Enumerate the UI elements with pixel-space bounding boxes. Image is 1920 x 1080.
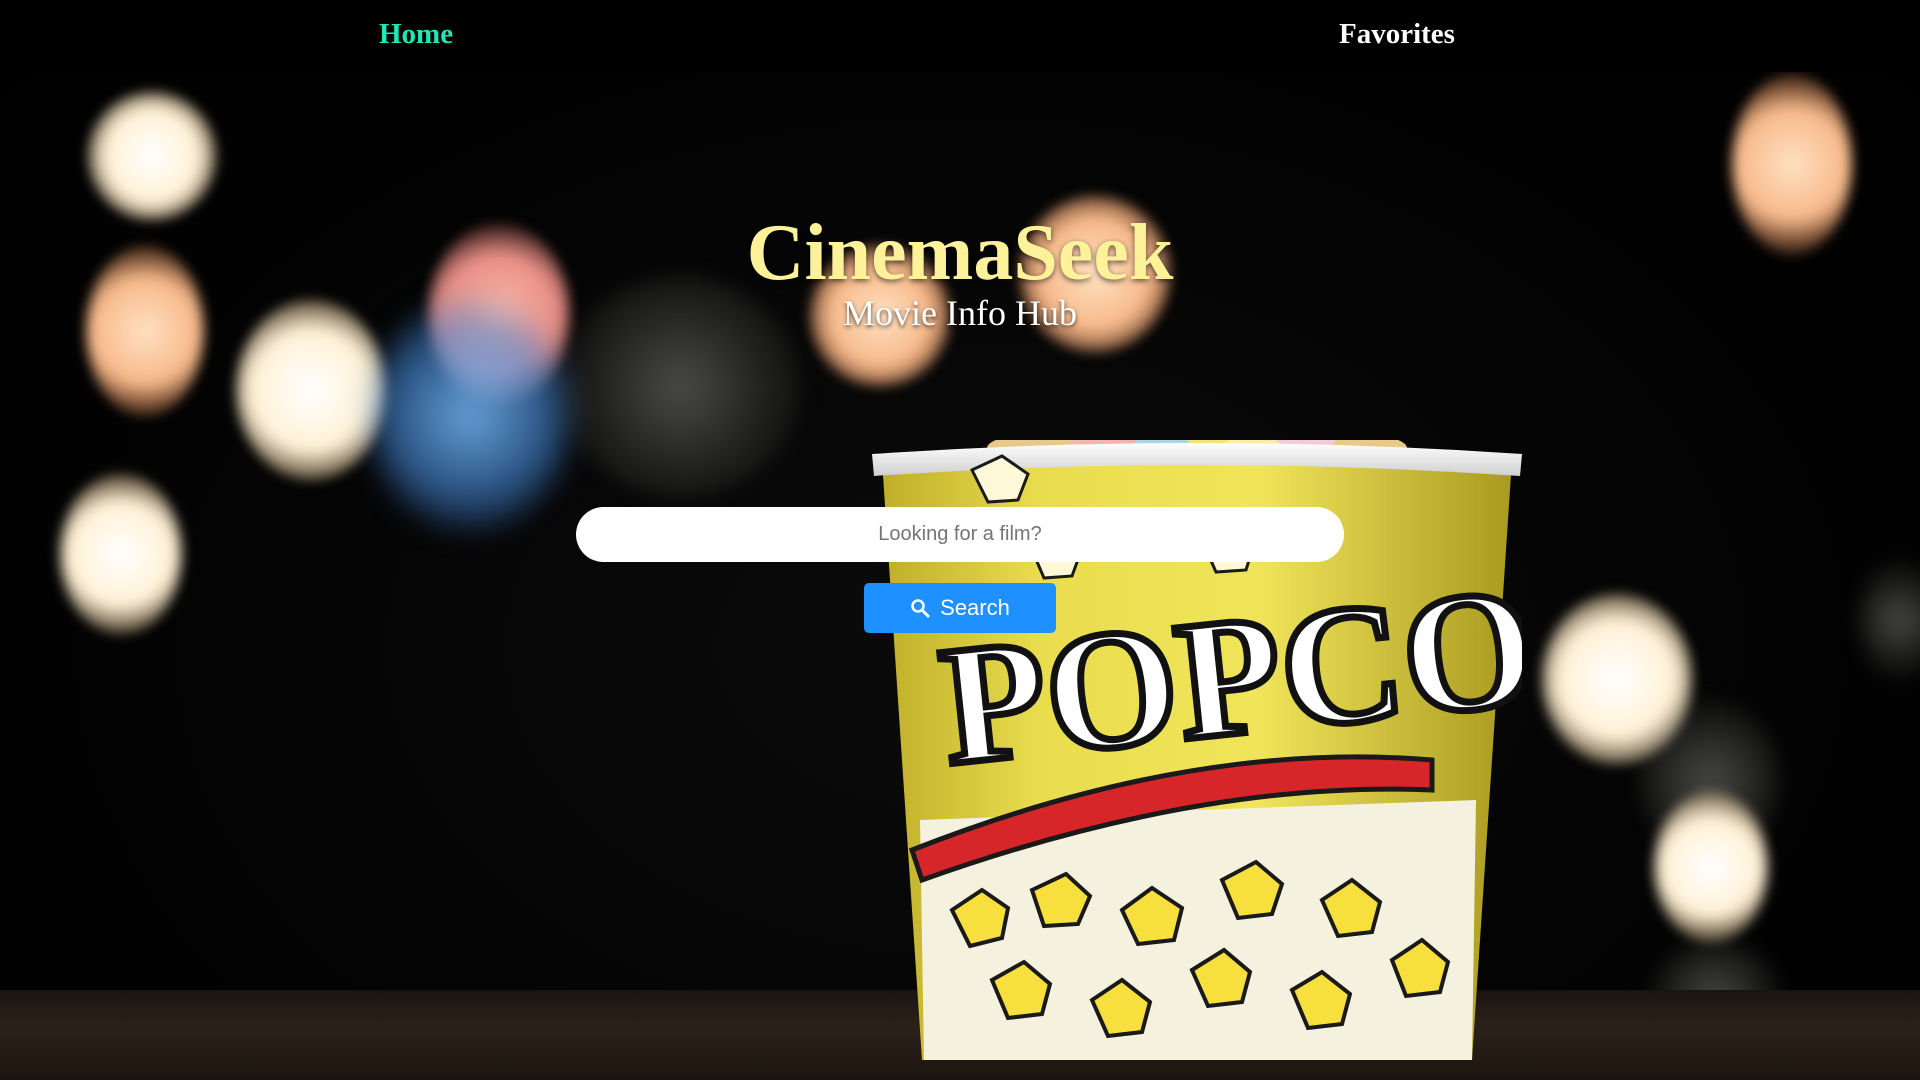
search-icon xyxy=(910,598,930,618)
bokeh-light xyxy=(60,474,182,634)
top-nav: Home Favorites xyxy=(0,0,1920,72)
search-input[interactable] xyxy=(576,507,1344,562)
nav-favorites-link[interactable]: Favorites xyxy=(1339,18,1455,51)
bokeh-light xyxy=(370,300,570,530)
nav-home-link[interactable]: Home xyxy=(379,18,453,51)
app-title: CinemaSeek xyxy=(746,209,1174,297)
search-button[interactable]: Search xyxy=(864,583,1056,633)
bokeh-light xyxy=(1654,792,1768,942)
search-button-label: Search xyxy=(940,595,1010,620)
app-subtitle: Movie Info Hub xyxy=(843,293,1077,333)
bokeh-light xyxy=(88,92,216,220)
bokeh-light xyxy=(1860,560,1920,680)
